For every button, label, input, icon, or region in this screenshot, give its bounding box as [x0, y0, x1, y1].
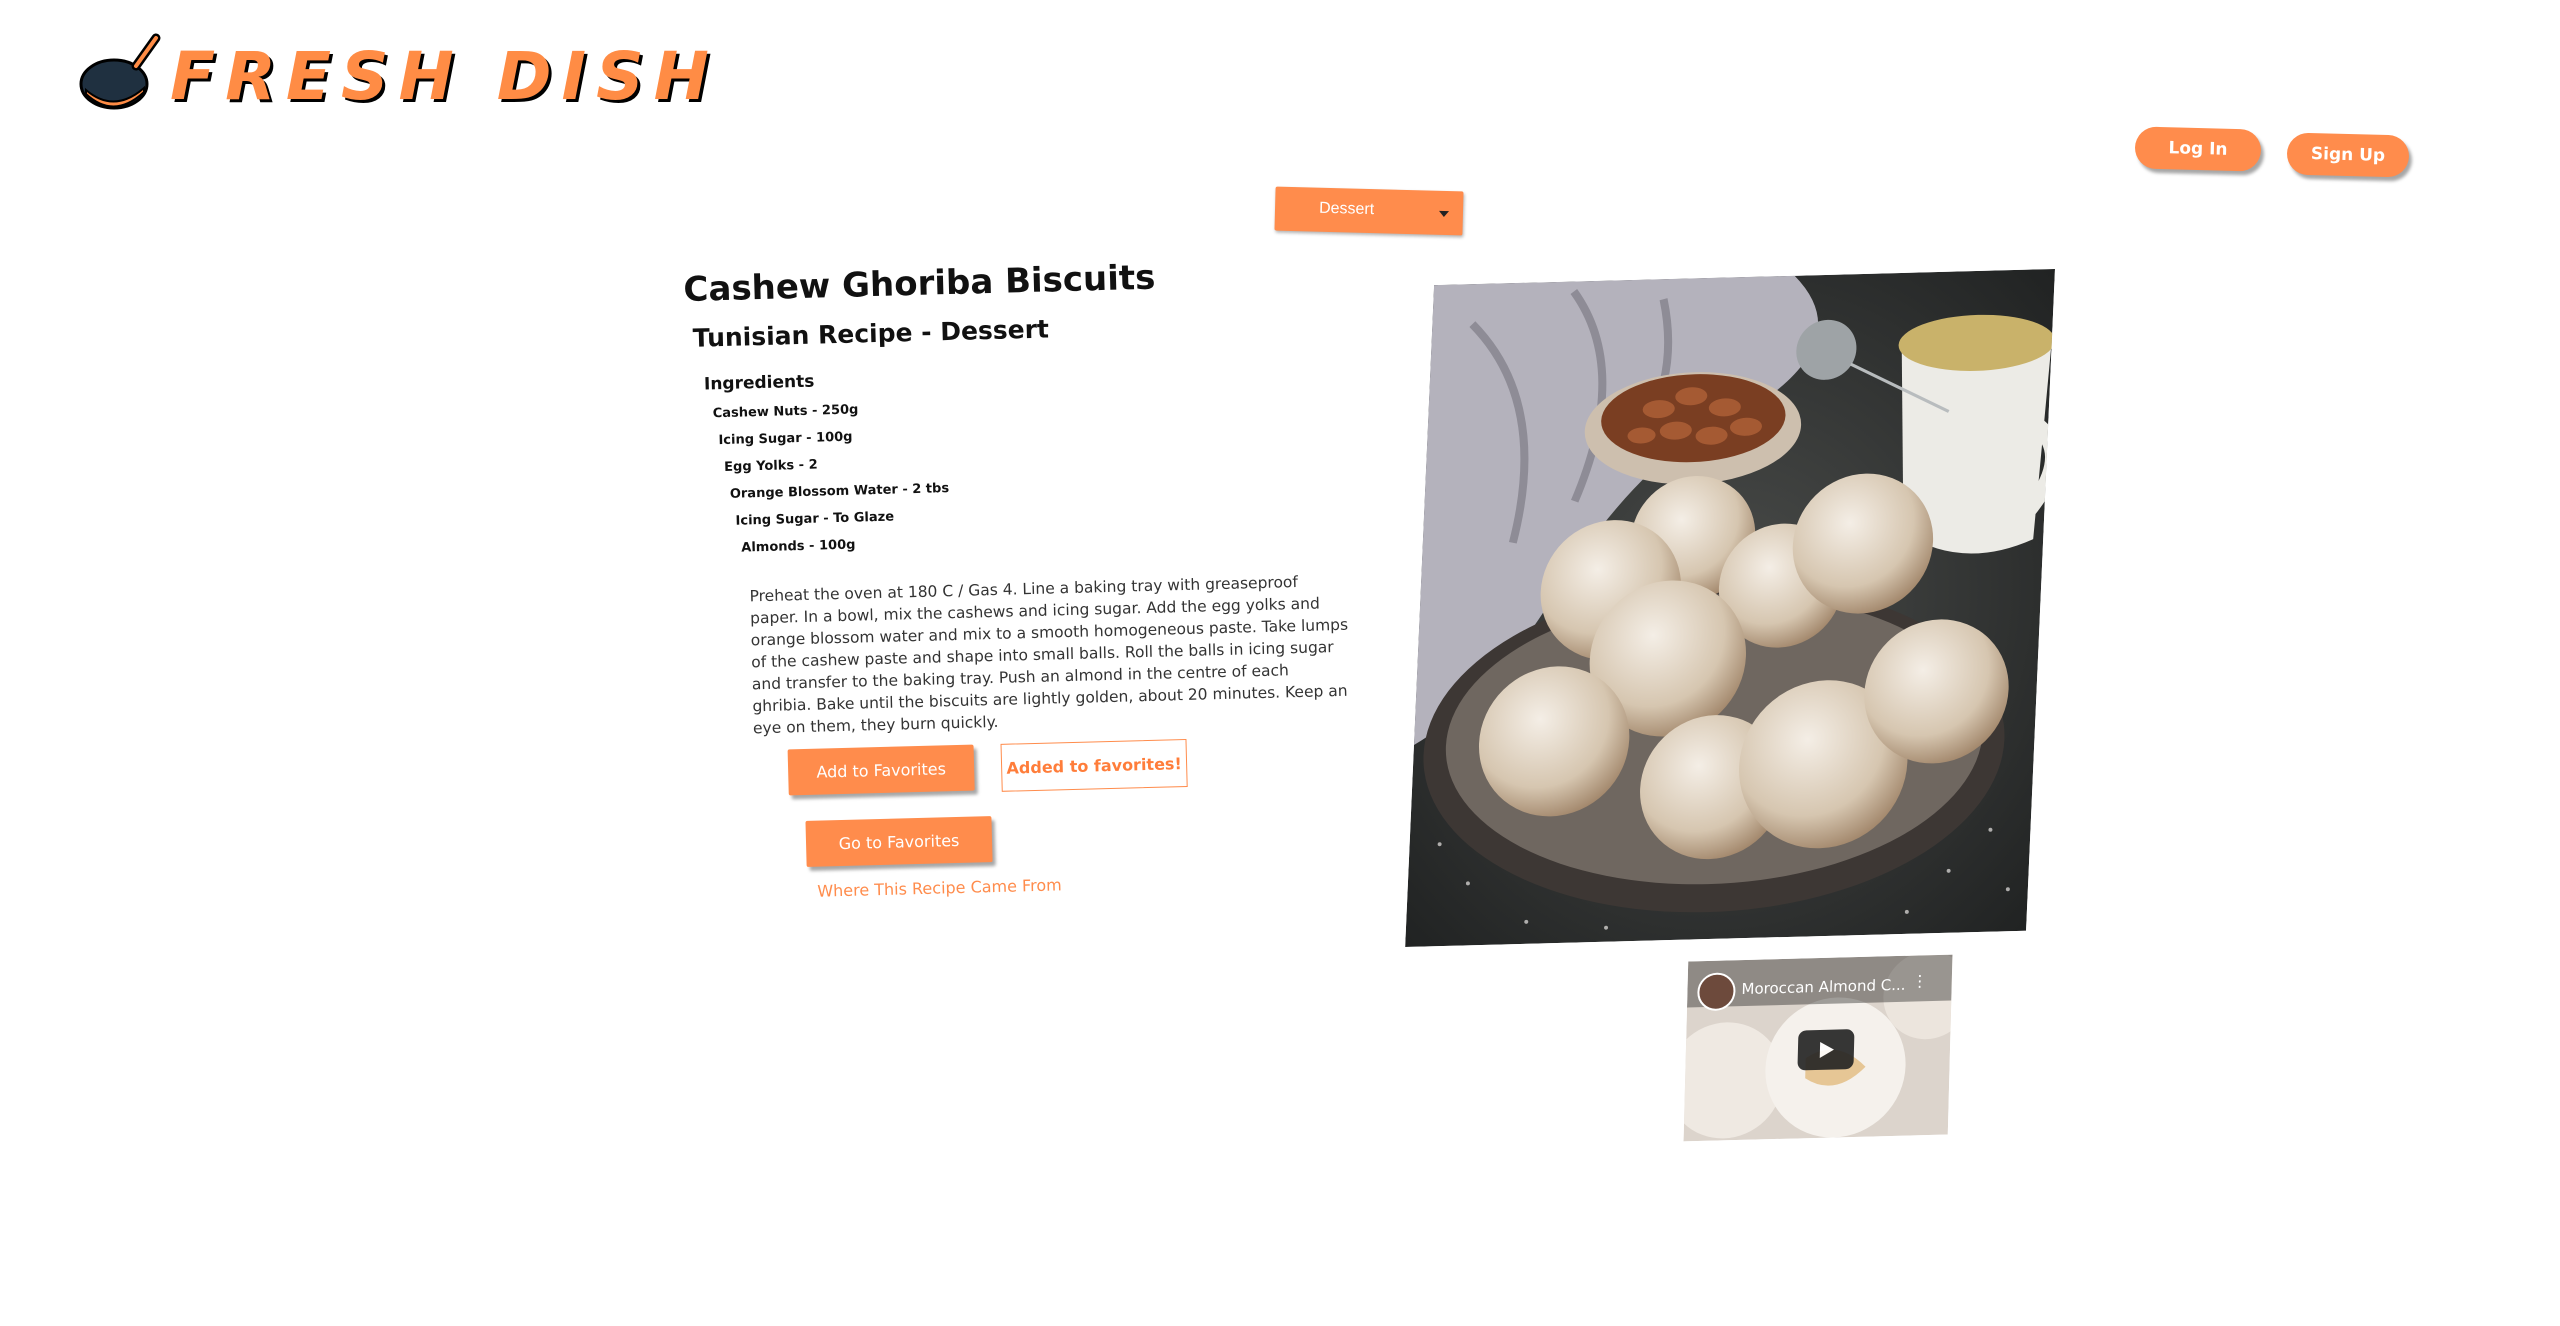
play-button[interactable]: [1797, 1029, 1855, 1071]
recipe-subtitle: Tunisian Recipe - Dessert: [692, 314, 1050, 353]
ingredients-list: Cashew Nuts - 250g Icing Sugar - 100g Eg…: [686, 383, 1390, 563]
category-select[interactable]: Dessert: [1274, 186, 1464, 236]
signup-button[interactable]: Sign Up: [2286, 132, 2410, 178]
recipe-photo: [1405, 268, 2055, 947]
more-options-icon[interactable]: ⋮: [1912, 971, 1929, 990]
brand-name: FRESH DISH: [170, 38, 719, 115]
add-to-favorites-button[interactable]: Add to Favorites: [787, 744, 975, 796]
logo[interactable]: FRESH DISH: [78, 30, 709, 120]
go-to-favorites-button[interactable]: Go to Favorites: [805, 816, 993, 867]
recipe-instructions: Preheat the oven at 180 C / Gas 4. Line …: [749, 573, 1349, 738]
frying-pan-icon: [79, 33, 161, 110]
play-icon: [1819, 1041, 1835, 1058]
recipe-title: Cashew Ghoriba Biscuits: [683, 257, 1156, 310]
login-button[interactable]: Log In: [2134, 126, 2262, 172]
recipe-source-link[interactable]: Where This Recipe Came From: [817, 875, 1062, 900]
chevron-down-icon: [1438, 210, 1450, 218]
recipe-details: Cashew Ghoriba Biscuits Tunisian Recipe …: [683, 252, 1395, 901]
added-to-favorites-notice: Added to favorites!: [1000, 738, 1188, 792]
category-select-value: Dessert: [1318, 199, 1375, 219]
recipe-video[interactable]: Moroccan Almond C... ⋮: [1683, 954, 1953, 1142]
